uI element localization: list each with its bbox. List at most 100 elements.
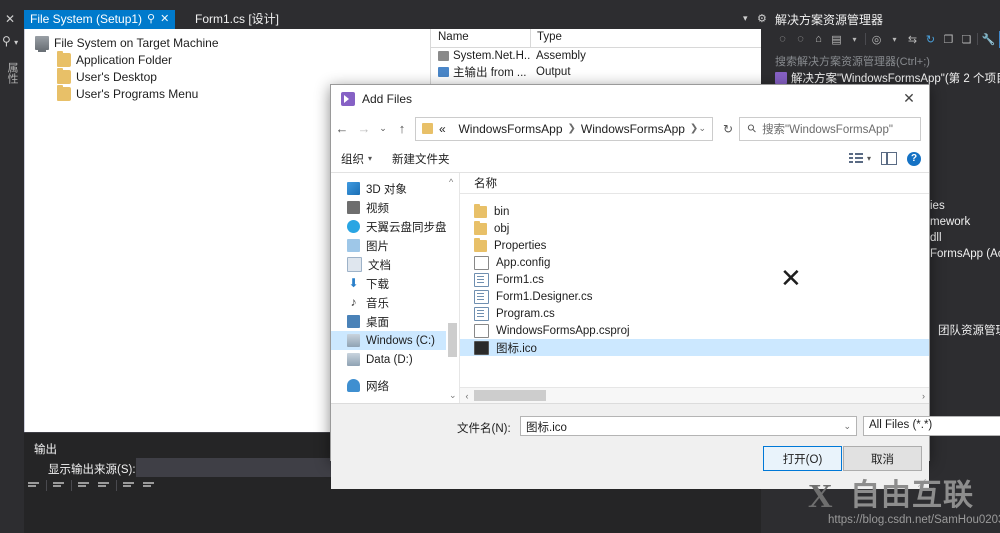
detail-name-text: System.Net.H... [453,50,530,62]
tab-form1-cs-designer[interactable]: Form1.cs [设计] [189,10,286,29]
show-all-files-icon[interactable]: ⇆ [905,32,920,47]
toolbar-separator [116,479,117,491]
folder-icon [57,67,71,84]
search-input[interactable]: ⚲ 搜索"WindowsFormsApp" [739,116,921,141]
refresh-button[interactable]: ↻ [717,118,739,140]
refresh-icon[interactable]: ↻ [923,32,938,47]
file-list-column-header[interactable]: 名称 [460,173,929,194]
filename-input[interactable]: 图标.ico ⌄ [520,416,857,436]
scrollbar-thumb[interactable] [474,390,546,401]
list-item[interactable]: obj [460,220,929,237]
dropdown-icon[interactable]: ▾ [847,32,862,47]
output-clear-icon[interactable] [49,478,69,492]
nav-item-videos[interactable]: 视频 [331,198,446,217]
list-item[interactable]: Properties [460,237,929,254]
gear-icon[interactable]: ⚙ [757,12,767,25]
home-icon[interactable]: ⌂ [811,32,826,47]
chevron-down-icon: ▾ [368,154,373,163]
tree-item-root[interactable]: File System on Target Machine [35,34,219,52]
breadcrumb-item-1[interactable]: WindowsFormsApp [458,122,562,136]
preview-pane-icon[interactable] [881,152,897,165]
chevron-down-icon[interactable]: ▾ [743,13,748,24]
tab-file-system-setup1[interactable]: File System (Setup1) ⚲ ✕ [24,10,176,29]
list-item-selected[interactable]: 图标.ico [460,339,929,356]
view-code-icon[interactable]: ❏ [959,32,974,47]
organize-button[interactable]: 组织 ▾ [331,151,382,167]
tree-item-users-desktop[interactable]: User's Desktop [57,67,219,85]
nav-item-pictures[interactable]: 图片 [331,236,446,255]
output-toggle-wordwrap-icon[interactable] [74,478,94,492]
search-icon[interactable]: ⚲ ▾ [2,34,18,48]
tree-item-users-programs-menu[interactable]: User's Programs Menu [57,84,219,102]
back-icon[interactable]: ◌ [775,32,790,47]
help-icon[interactable]: ? [907,151,921,166]
scroll-down-icon[interactable]: ⌄ [449,390,457,401]
output-list-icon[interactable] [119,478,139,492]
add-files-dialog: Add Files ✕ ← → ⌄ ↑ « WindowsFormsApp ❯ … [330,84,1000,489]
nav-item-data-d[interactable]: Data (D:) [331,350,446,369]
nav-item-desktop[interactable]: 桌面 [331,312,446,331]
output-find-icon[interactable] [24,478,44,492]
tab-close-icon[interactable]: ✕ [160,10,169,29]
panel-title: 解决方案资源管理器 [775,13,884,27]
collapse-all-icon[interactable]: ❐ [941,32,956,47]
nav-item-downloads[interactable]: ⬇ 下载 [331,274,446,293]
dropdown-icon[interactable]: ▾ [887,32,902,47]
file-list-rows: bin obj Properties App.config Form1.cs F… [460,194,929,356]
tab-team-explorer[interactable]: 团队资源管理器 [938,322,1000,338]
output-settings-icon[interactable] [139,478,159,492]
nav-item-windows-c[interactable]: Windows (C:) [331,331,446,350]
list-item[interactable]: WindowsFormsApp.csproj [460,322,929,339]
dialog-title-bar: Add Files ✕ [331,85,929,112]
address-breadcrumb-bar[interactable]: « WindowsFormsApp ❯ WindowsFormsApp ❯ ⌄ [415,116,713,141]
drive-icon [347,334,360,347]
close-icon[interactable]: ✕ [5,12,15,26]
list-item[interactable]: Program.cs [460,305,929,322]
properties-icon[interactable]: 🔧 [981,32,996,47]
list-item[interactable]: App.config [460,254,929,271]
forward-icon[interactable]: ◌ [793,32,808,47]
file-list-horizontal-scrollbar[interactable]: ‹ › [460,387,929,403]
breadcrumb-item-2[interactable]: WindowsFormsApp [581,122,685,136]
nav-item-3d-objects[interactable]: 3D 对象 [331,179,446,198]
properties-vertical-label[interactable]: 属性 [2,62,18,84]
chevron-down-icon[interactable]: ⌄ [698,123,706,134]
solution-tree-occluded-fragments: ies mework dll FormsApp (Act [930,200,1000,264]
cancel-button[interactable]: 取消 [843,446,922,471]
file-name: Form1.Designer.cs [496,290,593,303]
back-button[interactable]: ← [331,118,353,140]
list-item[interactable]: bin [460,203,929,220]
new-folder-button[interactable]: 新建文件夹 [382,151,460,167]
chevron-down-icon[interactable]: ⌄ [843,421,851,432]
nav-item-network[interactable]: 网络 [331,376,446,395]
scroll-right-icon[interactable]: › [922,391,925,401]
document-tab-strip: File System (Setup1) ⚲ ✕ Form1.cs [设计] [24,10,761,29]
recent-locations-button[interactable]: ⌄ [375,118,391,140]
tree-item-application-folder[interactable]: Application Folder [57,50,219,68]
nav-pane-scrollbar[interactable]: ^ ⌄ [446,173,460,403]
close-icon[interactable]: ✕ [889,85,929,112]
scrollbar-thumb[interactable] [448,323,457,357]
open-button[interactable]: 打开(O) [763,446,842,471]
nav-item-cloud-sync[interactable]: 天翼云盘同步盘 [331,217,446,236]
up-button[interactable]: ↑ [391,118,413,140]
file-type-select[interactable]: All Files (*.*) ⌄ [863,416,1000,436]
detail-column-type: Type [537,31,562,43]
table-row[interactable]: System.Net.H... Assembly [431,48,763,64]
sync-with-active-document-icon[interactable]: ▤ [829,32,844,47]
output-text-area[interactable] [34,495,754,531]
scroll-up-icon[interactable]: ^ [449,177,453,187]
refresh-pending-icon[interactable]: ◎ [869,32,884,47]
nav-item-music[interactable]: ♪ 音乐 [331,293,446,312]
scroll-left-icon[interactable]: ‹ [460,391,474,401]
output-go-to-icon[interactable] [94,478,114,492]
solution-explorer-search-input[interactable]: 搜索解决方案资源管理器(Ctrl+;) [775,51,1000,70]
resize-grip[interactable] [918,479,926,487]
nav-item-documents[interactable]: 文档 [331,255,446,274]
list-item[interactable]: Form1.Designer.cs [460,288,929,305]
list-item[interactable]: Form1.cs [460,271,929,288]
view-layout-button[interactable]: ▾ [848,153,871,164]
table-row[interactable]: 主输出 from ... Output [431,64,763,80]
pin-icon[interactable]: ⚲ [147,10,155,29]
forward-button[interactable]: → [353,118,375,140]
